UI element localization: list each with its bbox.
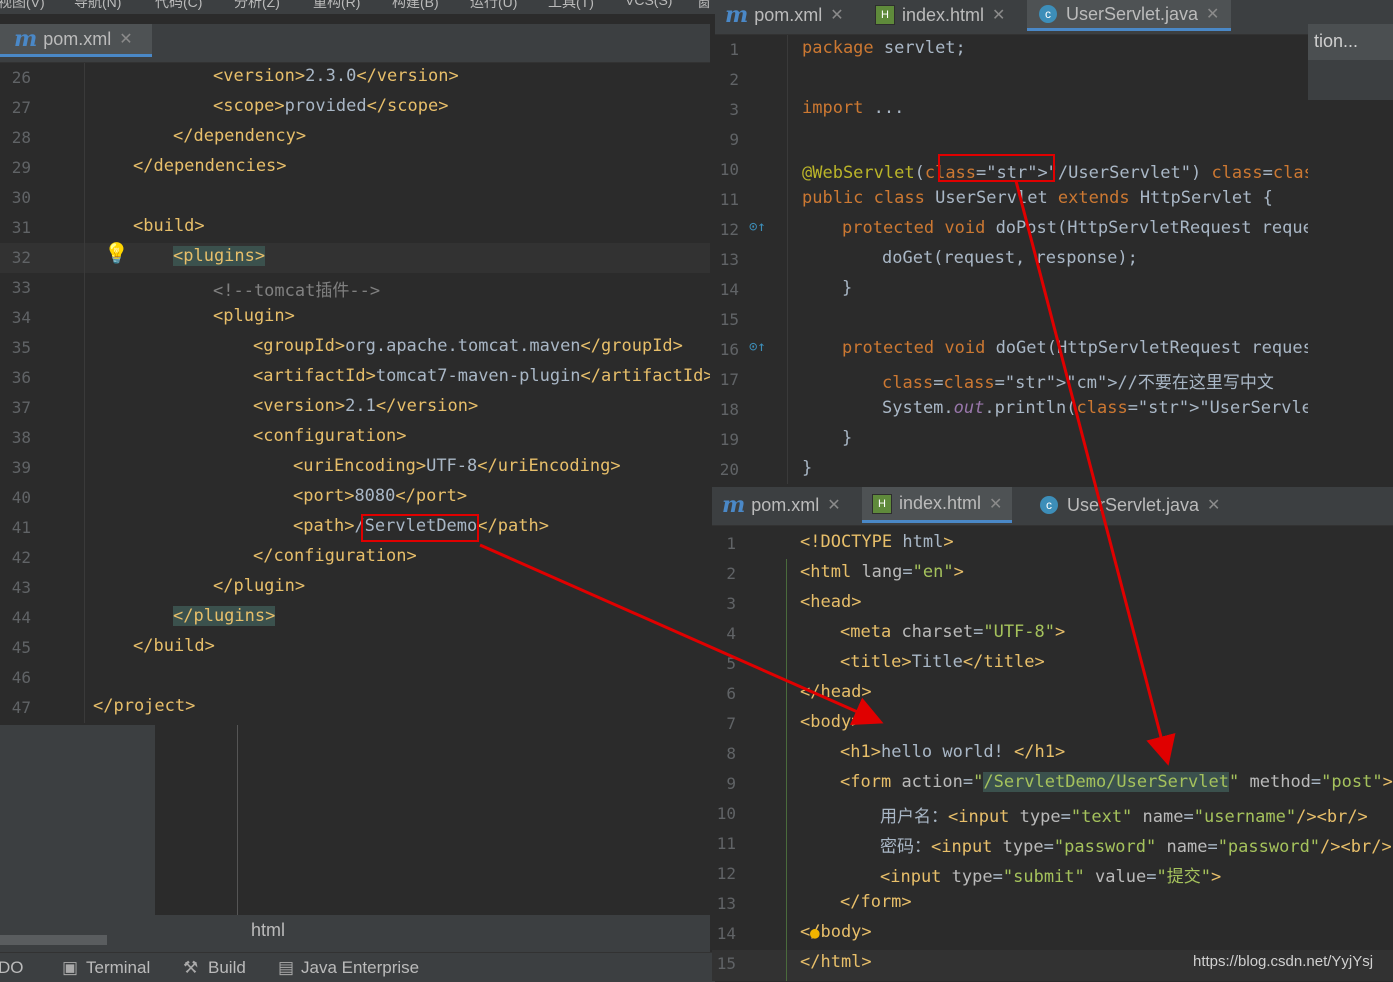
arrow-userservlet-to-form-action — [1014, 180, 1176, 766]
annotation-arrows — [479, 180, 1176, 766]
arrow-servletdemo-to-form-action — [479, 543, 884, 726]
